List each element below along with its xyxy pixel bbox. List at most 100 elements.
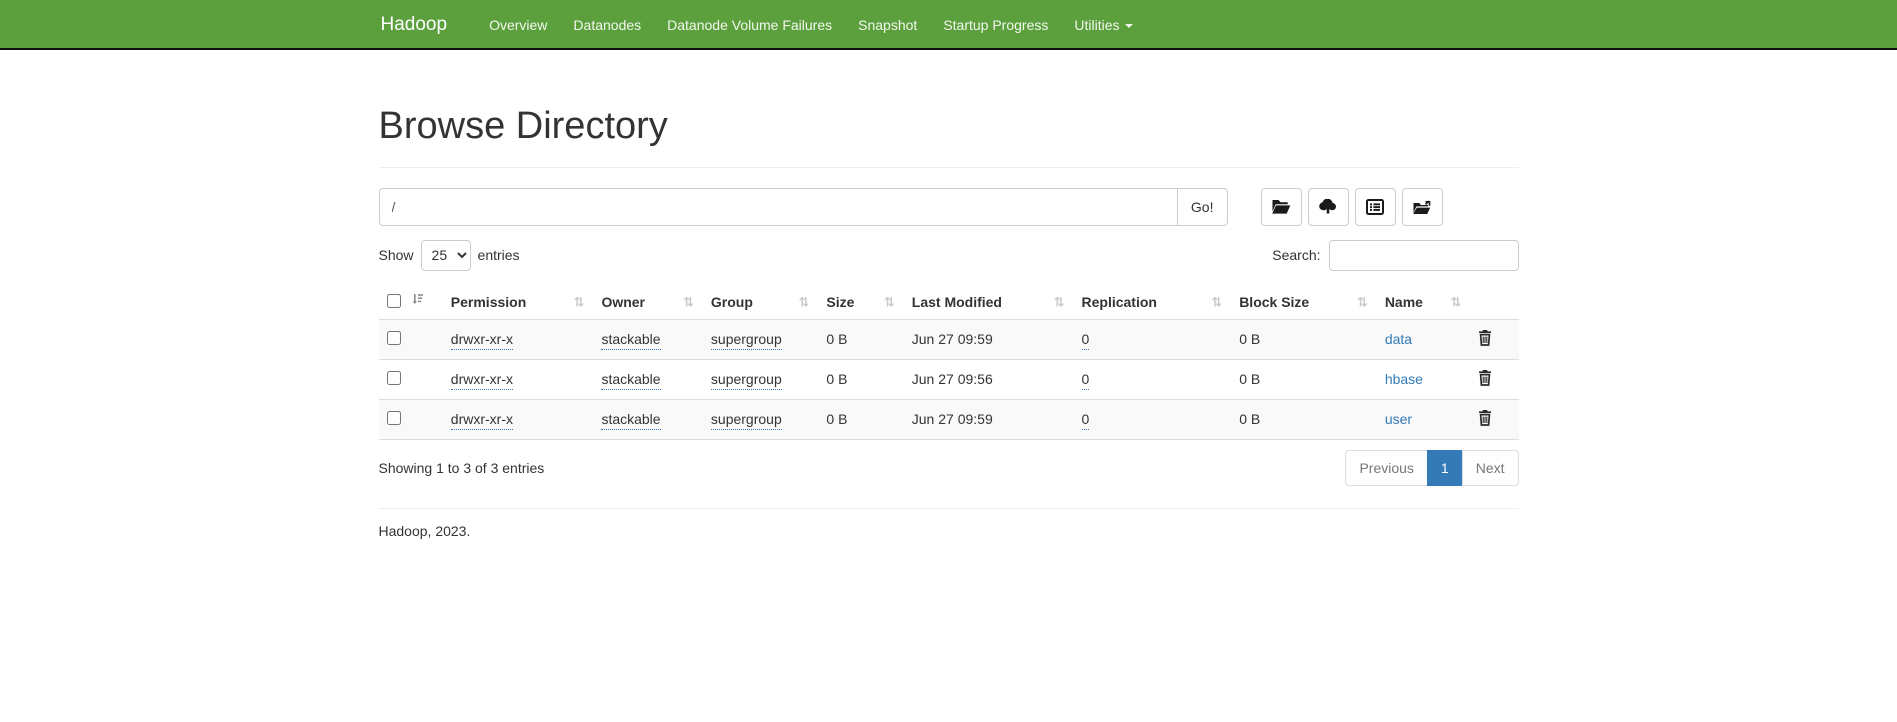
upload-button[interactable] — [1308, 188, 1349, 226]
header-select-all[interactable] — [379, 285, 443, 320]
main-content: Browse Directory Go! — [364, 105, 1534, 539]
navbar-brand[interactable]: Hadoop — [379, 0, 463, 50]
sort-icon: ⇅ — [799, 295, 810, 308]
search-label: Search: — [1272, 247, 1320, 263]
search-control: Search: — [1272, 240, 1518, 271]
sort-icon: ⇅ — [1211, 295, 1222, 308]
search-input[interactable] — [1329, 240, 1519, 271]
delete-button[interactable] — [1478, 330, 1492, 349]
block-size-cell: 0 B — [1239, 371, 1260, 387]
previous-button[interactable]: Previous — [1345, 450, 1427, 486]
block-size-cell: 0 B — [1239, 411, 1260, 427]
header-label: Permission — [451, 294, 526, 310]
select-all-checkbox[interactable] — [387, 294, 401, 308]
header-label: Replication — [1082, 294, 1157, 310]
group-cell[interactable]: supergroup — [711, 411, 782, 430]
header-group[interactable]: Group ⇅ — [703, 285, 819, 320]
header-label: Block Size — [1239, 294, 1309, 310]
sort-by-attributes-icon — [411, 293, 424, 309]
list-alt-button[interactable] — [1355, 188, 1396, 226]
entries-label: entries — [478, 247, 520, 263]
sort-icon: ⇅ — [683, 295, 694, 308]
delete-button[interactable] — [1478, 410, 1492, 429]
header-owner[interactable]: Owner ⇅ — [593, 285, 702, 320]
directory-path-input[interactable] — [379, 188, 1178, 226]
nav-label: Startup Progress — [943, 15, 1048, 35]
entries-info: Showing 1 to 3 of 3 entries — [379, 460, 545, 476]
directory-link[interactable]: hbase — [1385, 371, 1423, 387]
navbar: Hadoop Overview Datanodes Datanode Volum… — [0, 0, 1897, 50]
permission-cell[interactable]: drwxr-xr-x — [451, 371, 513, 390]
size-cell: 0 B — [826, 411, 847, 427]
go-button[interactable]: Go! — [1178, 188, 1228, 226]
block-size-cell: 0 B — [1239, 331, 1260, 347]
permission-cell[interactable]: drwxr-xr-x — [451, 331, 513, 350]
header-label: Last Modified — [912, 294, 1002, 310]
nav-label: Utilities — [1074, 15, 1119, 35]
group-cell[interactable]: supergroup — [711, 331, 782, 350]
nav-link-utilities-dropdown[interactable]: Utilities — [1061, 0, 1145, 50]
page-title: Browse Directory — [379, 105, 1519, 149]
divider — [379, 167, 1519, 168]
nav-item-overview: Overview — [476, 0, 560, 50]
row-checkbox[interactable] — [387, 371, 401, 385]
directory-link[interactable]: data — [1385, 331, 1412, 347]
directory-table: Permission ⇅ Owner ⇅ Group ⇅ Size ⇅ Last… — [379, 285, 1519, 440]
header-last-modified[interactable]: Last Modified ⇅ — [904, 285, 1074, 320]
nav-item-snapshot: Snapshot — [845, 0, 930, 50]
nav-link-startup-progress[interactable]: Startup Progress — [930, 0, 1061, 50]
nav-link-overview[interactable]: Overview — [476, 0, 560, 50]
nav-label: Datanode Volume Failures — [667, 15, 832, 35]
table-row: drwxr-xr-x stackable supergroup 0 B Jun … — [379, 359, 1519, 399]
owner-cell[interactable]: stackable — [601, 331, 660, 350]
chevron-down-icon — [1125, 24, 1133, 28]
header-block-size[interactable]: Block Size ⇅ — [1231, 285, 1377, 320]
sort-icon: ⇅ — [1054, 295, 1065, 308]
replication-cell[interactable]: 0 — [1082, 371, 1090, 390]
header-label: Size — [826, 294, 854, 310]
trash-icon — [1478, 330, 1492, 349]
nav-item-datanodes: Datanodes — [560, 0, 654, 50]
pagination-page-1: 1 — [1428, 450, 1463, 486]
row-checkbox[interactable] — [387, 331, 401, 345]
last-modified-cell: Jun 27 09:56 — [912, 371, 993, 387]
nav-link-snapshot[interactable]: Snapshot — [845, 0, 930, 50]
owner-cell[interactable]: stackable — [601, 371, 660, 390]
group-cell[interactable]: supergroup — [711, 371, 782, 390]
site-footer-text: Hadoop, 2023. — [379, 523, 1519, 539]
trash-icon — [1478, 370, 1492, 389]
permission-cell[interactable]: drwxr-xr-x — [451, 411, 513, 430]
folder-open-button[interactable] — [1261, 188, 1302, 226]
header-name[interactable]: Name ⇅ — [1377, 285, 1470, 320]
table-row: drwxr-xr-x stackable supergroup 0 B Jun … — [379, 319, 1519, 359]
size-cell: 0 B — [826, 371, 847, 387]
table-row: drwxr-xr-x stackable supergroup 0 B Jun … — [379, 399, 1519, 439]
delete-button[interactable] — [1478, 370, 1492, 389]
list-alt-icon — [1366, 199, 1384, 215]
header-size[interactable]: Size ⇅ — [818, 285, 903, 320]
file-action-buttons — [1261, 188, 1443, 226]
next-button[interactable]: Next — [1462, 450, 1519, 486]
size-cell: 0 B — [826, 331, 847, 347]
page-1-button[interactable]: 1 — [1427, 450, 1463, 486]
replication-cell[interactable]: 0 — [1082, 411, 1090, 430]
directory-link[interactable]: user — [1385, 411, 1412, 427]
path-form: Go! — [379, 188, 1519, 226]
nav-item-utilities: Utilities — [1061, 0, 1145, 50]
table-footer: Showing 1 to 3 of 3 entries Previous 1 N… — [379, 450, 1519, 486]
folder-transfer-button[interactable] — [1402, 188, 1443, 226]
header-permission[interactable]: Permission ⇅ — [443, 285, 594, 320]
path-input-group: Go! — [379, 188, 1228, 226]
page-size-select[interactable]: 25 — [421, 240, 471, 271]
footer-divider — [379, 508, 1519, 509]
header-replication[interactable]: Replication ⇅ — [1074, 285, 1232, 320]
row-checkbox[interactable] — [387, 411, 401, 425]
nav-link-datanodes[interactable]: Datanodes — [560, 0, 654, 50]
nav-link-datanode-volume-failures[interactable]: Datanode Volume Failures — [654, 0, 845, 50]
last-modified-cell: Jun 27 09:59 — [912, 331, 993, 347]
table-controls: Show 25 entries Search: — [379, 240, 1519, 271]
sort-icon: ⇅ — [884, 295, 895, 308]
nav-label: Snapshot — [858, 15, 917, 35]
owner-cell[interactable]: stackable — [601, 411, 660, 430]
replication-cell[interactable]: 0 — [1082, 331, 1090, 350]
